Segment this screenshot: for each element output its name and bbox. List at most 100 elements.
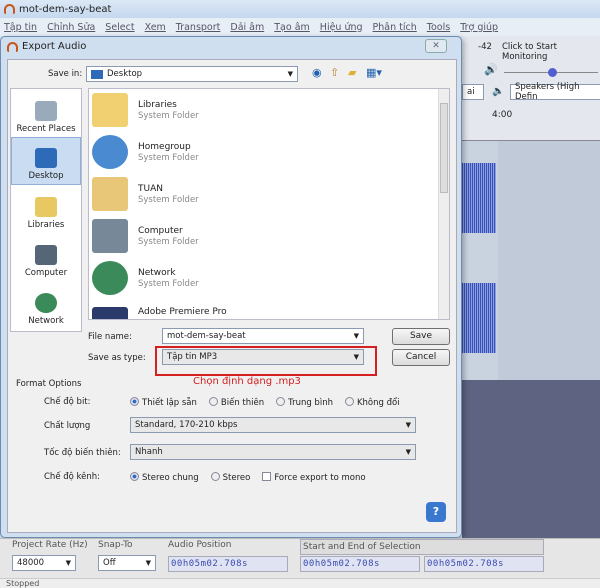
audacity-icon: [4, 4, 15, 14]
app-title: mot-dem-say-beat: [19, 3, 112, 15]
format-options-heading: Format Options: [16, 379, 82, 389]
project-rate-select[interactable]: 48000: [17, 558, 44, 568]
selection-end-field[interactable]: 00h05m02.708s: [424, 556, 544, 572]
force-mono-checkbox[interactable]: Force export to mono: [262, 472, 366, 483]
network-icon: [92, 261, 128, 295]
menu-analyze[interactable]: Phân tích: [373, 22, 417, 33]
file-type: System Folder: [138, 110, 199, 121]
file-name-input[interactable]: mot-dem-say-beat: [167, 331, 246, 341]
file-name: TUAN: [138, 183, 163, 194]
menu-effect[interactable]: Hiệu ứng: [320, 22, 363, 33]
radio-variable[interactable]: Biến thiên: [208, 397, 264, 408]
waveform-right: [462, 283, 496, 353]
menu-transport[interactable]: Transport: [176, 22, 221, 33]
variable-speed-select[interactable]: Nhanh: [135, 447, 163, 457]
file-item[interactable]: Homegroup System Folder: [89, 131, 449, 173]
volume-slider[interactable]: [504, 68, 598, 77]
file-name: Homegroup: [138, 141, 191, 152]
status-text: Stopped: [6, 579, 40, 588]
speaker-icon: 🔈: [492, 86, 505, 97]
cancel-button[interactable]: Cancel: [392, 349, 450, 366]
radio-joint-stereo[interactable]: Stereo chung: [130, 472, 199, 483]
status-bar: Stopped: [0, 578, 600, 588]
up-folder-icon[interactable]: ⇧: [330, 66, 339, 79]
computer-icon: [35, 245, 57, 265]
annotation-text: Chọn định dạng .mp3: [193, 376, 301, 387]
audio-position-label: Audio Position: [168, 540, 232, 550]
homegroup-icon: [92, 135, 128, 169]
menu-view[interactable]: Xem: [145, 22, 166, 33]
place-recent[interactable]: Recent Places: [11, 89, 81, 137]
menu-edit[interactable]: Chỉnh Sửa: [47, 22, 95, 33]
menu-select[interactable]: Select: [105, 22, 134, 33]
close-button[interactable]: ✕: [425, 39, 447, 53]
file-name: Network: [138, 267, 176, 278]
computer-icon: [92, 219, 128, 253]
menu-bar: Tập tin Chỉnh Sửa Select Xem Transport D…: [0, 18, 600, 36]
track-area[interactable]: [462, 140, 600, 381]
place-desktop[interactable]: Desktop: [11, 137, 81, 185]
quality-select[interactable]: Standard, 170-210 kbps: [135, 420, 237, 430]
selection-mode-select[interactable]: Start and End of Selection: [300, 539, 544, 555]
file-item[interactable]: Adobe Premiere Pro: [89, 299, 449, 319]
variable-speed-label: Tốc độ biến thiên:: [44, 448, 121, 458]
channel-mode-group: Stereo chung Stereo Force export to mono: [130, 472, 366, 483]
place-libraries[interactable]: Libraries: [11, 185, 81, 233]
new-folder-icon[interactable]: ▰: [348, 66, 356, 79]
waveform-left: [462, 163, 496, 233]
input-device[interactable]: ai: [467, 87, 475, 97]
menu-help[interactable]: Trợ giúp: [460, 22, 498, 33]
save-in-select[interactable]: Desktop ▼: [86, 66, 298, 82]
save-in-value: Desktop: [107, 69, 143, 79]
empty-track-space: [462, 380, 600, 538]
save-type-label: Save as type:: [88, 353, 146, 363]
radio-constant[interactable]: Không đổi: [344, 397, 400, 408]
file-list: Libraries System Folder Homegroup System F…: [88, 88, 450, 320]
menu-tools[interactable]: Tools: [427, 22, 450, 33]
place-computer[interactable]: Computer: [11, 233, 81, 281]
libraries-icon: [92, 93, 128, 127]
file-type: System Folder: [138, 278, 199, 289]
audacity-icon: [7, 41, 18, 52]
help-icon[interactable]: ?: [426, 502, 446, 522]
desktop-icon: [35, 148, 57, 168]
file-item[interactable]: Libraries System Folder: [89, 89, 449, 131]
file-item[interactable]: TUAN System Folder: [89, 173, 449, 215]
monitor-button[interactable]: Click to Start Monitoring: [502, 42, 600, 62]
back-icon[interactable]: ◉: [312, 66, 322, 79]
premiere-icon: [92, 307, 128, 319]
app-title-bar: mot-dem-say-beat: [0, 0, 600, 18]
file-type: System Folder: [138, 194, 199, 205]
audio-position-field[interactable]: 00h05m02.708s: [168, 556, 288, 572]
radio-preset[interactable]: Thiết lập sẵn: [130, 397, 197, 408]
user-folder-icon: [92, 177, 128, 211]
selection-start-field[interactable]: 00h05m02.708s: [300, 556, 420, 572]
radio-average[interactable]: Trung bình: [276, 397, 333, 408]
place-label: Recent Places: [16, 124, 76, 134]
places-bar: Recent Places Desktop Libraries Computer…: [10, 88, 82, 332]
bit-mode-label: Chế độ bit:: [44, 397, 91, 407]
file-item[interactable]: Computer System Folder: [89, 215, 449, 257]
place-label: Desktop: [28, 171, 64, 181]
file-name-label: File name:: [88, 332, 132, 342]
menu-file[interactable]: Tập tin: [4, 22, 37, 33]
menu-tracks[interactable]: Dải âm: [230, 22, 264, 33]
snap-to-label: Snap-To: [98, 540, 133, 550]
bit-mode-group: Thiết lập sẵn Biến thiên Trung bình Khôn…: [130, 397, 400, 408]
timeline-mark: 4:00: [492, 110, 513, 120]
save-button[interactable]: Save: [392, 328, 450, 345]
menu-generate[interactable]: Tạo âm: [274, 22, 310, 33]
view-menu-icon[interactable]: ▦▾: [366, 66, 382, 79]
channel-mode-label: Chế độ kênh:: [44, 472, 101, 482]
file-item[interactable]: Network System Folder: [89, 257, 449, 299]
volume-icon: 🔊: [484, 63, 498, 76]
snap-to-select[interactable]: Off: [103, 558, 116, 568]
file-list-scrollbar[interactable]: [438, 89, 449, 319]
project-rate-label: Project Rate (Hz): [12, 540, 88, 550]
place-network[interactable]: Network: [11, 281, 81, 329]
radio-stereo[interactable]: Stereo: [210, 472, 250, 483]
libraries-icon: [35, 197, 57, 217]
annotation-highlight-box: [155, 346, 377, 376]
output-device[interactable]: Speakers (High Defin: [515, 82, 600, 102]
file-name: Adobe Premiere Pro: [138, 307, 227, 317]
